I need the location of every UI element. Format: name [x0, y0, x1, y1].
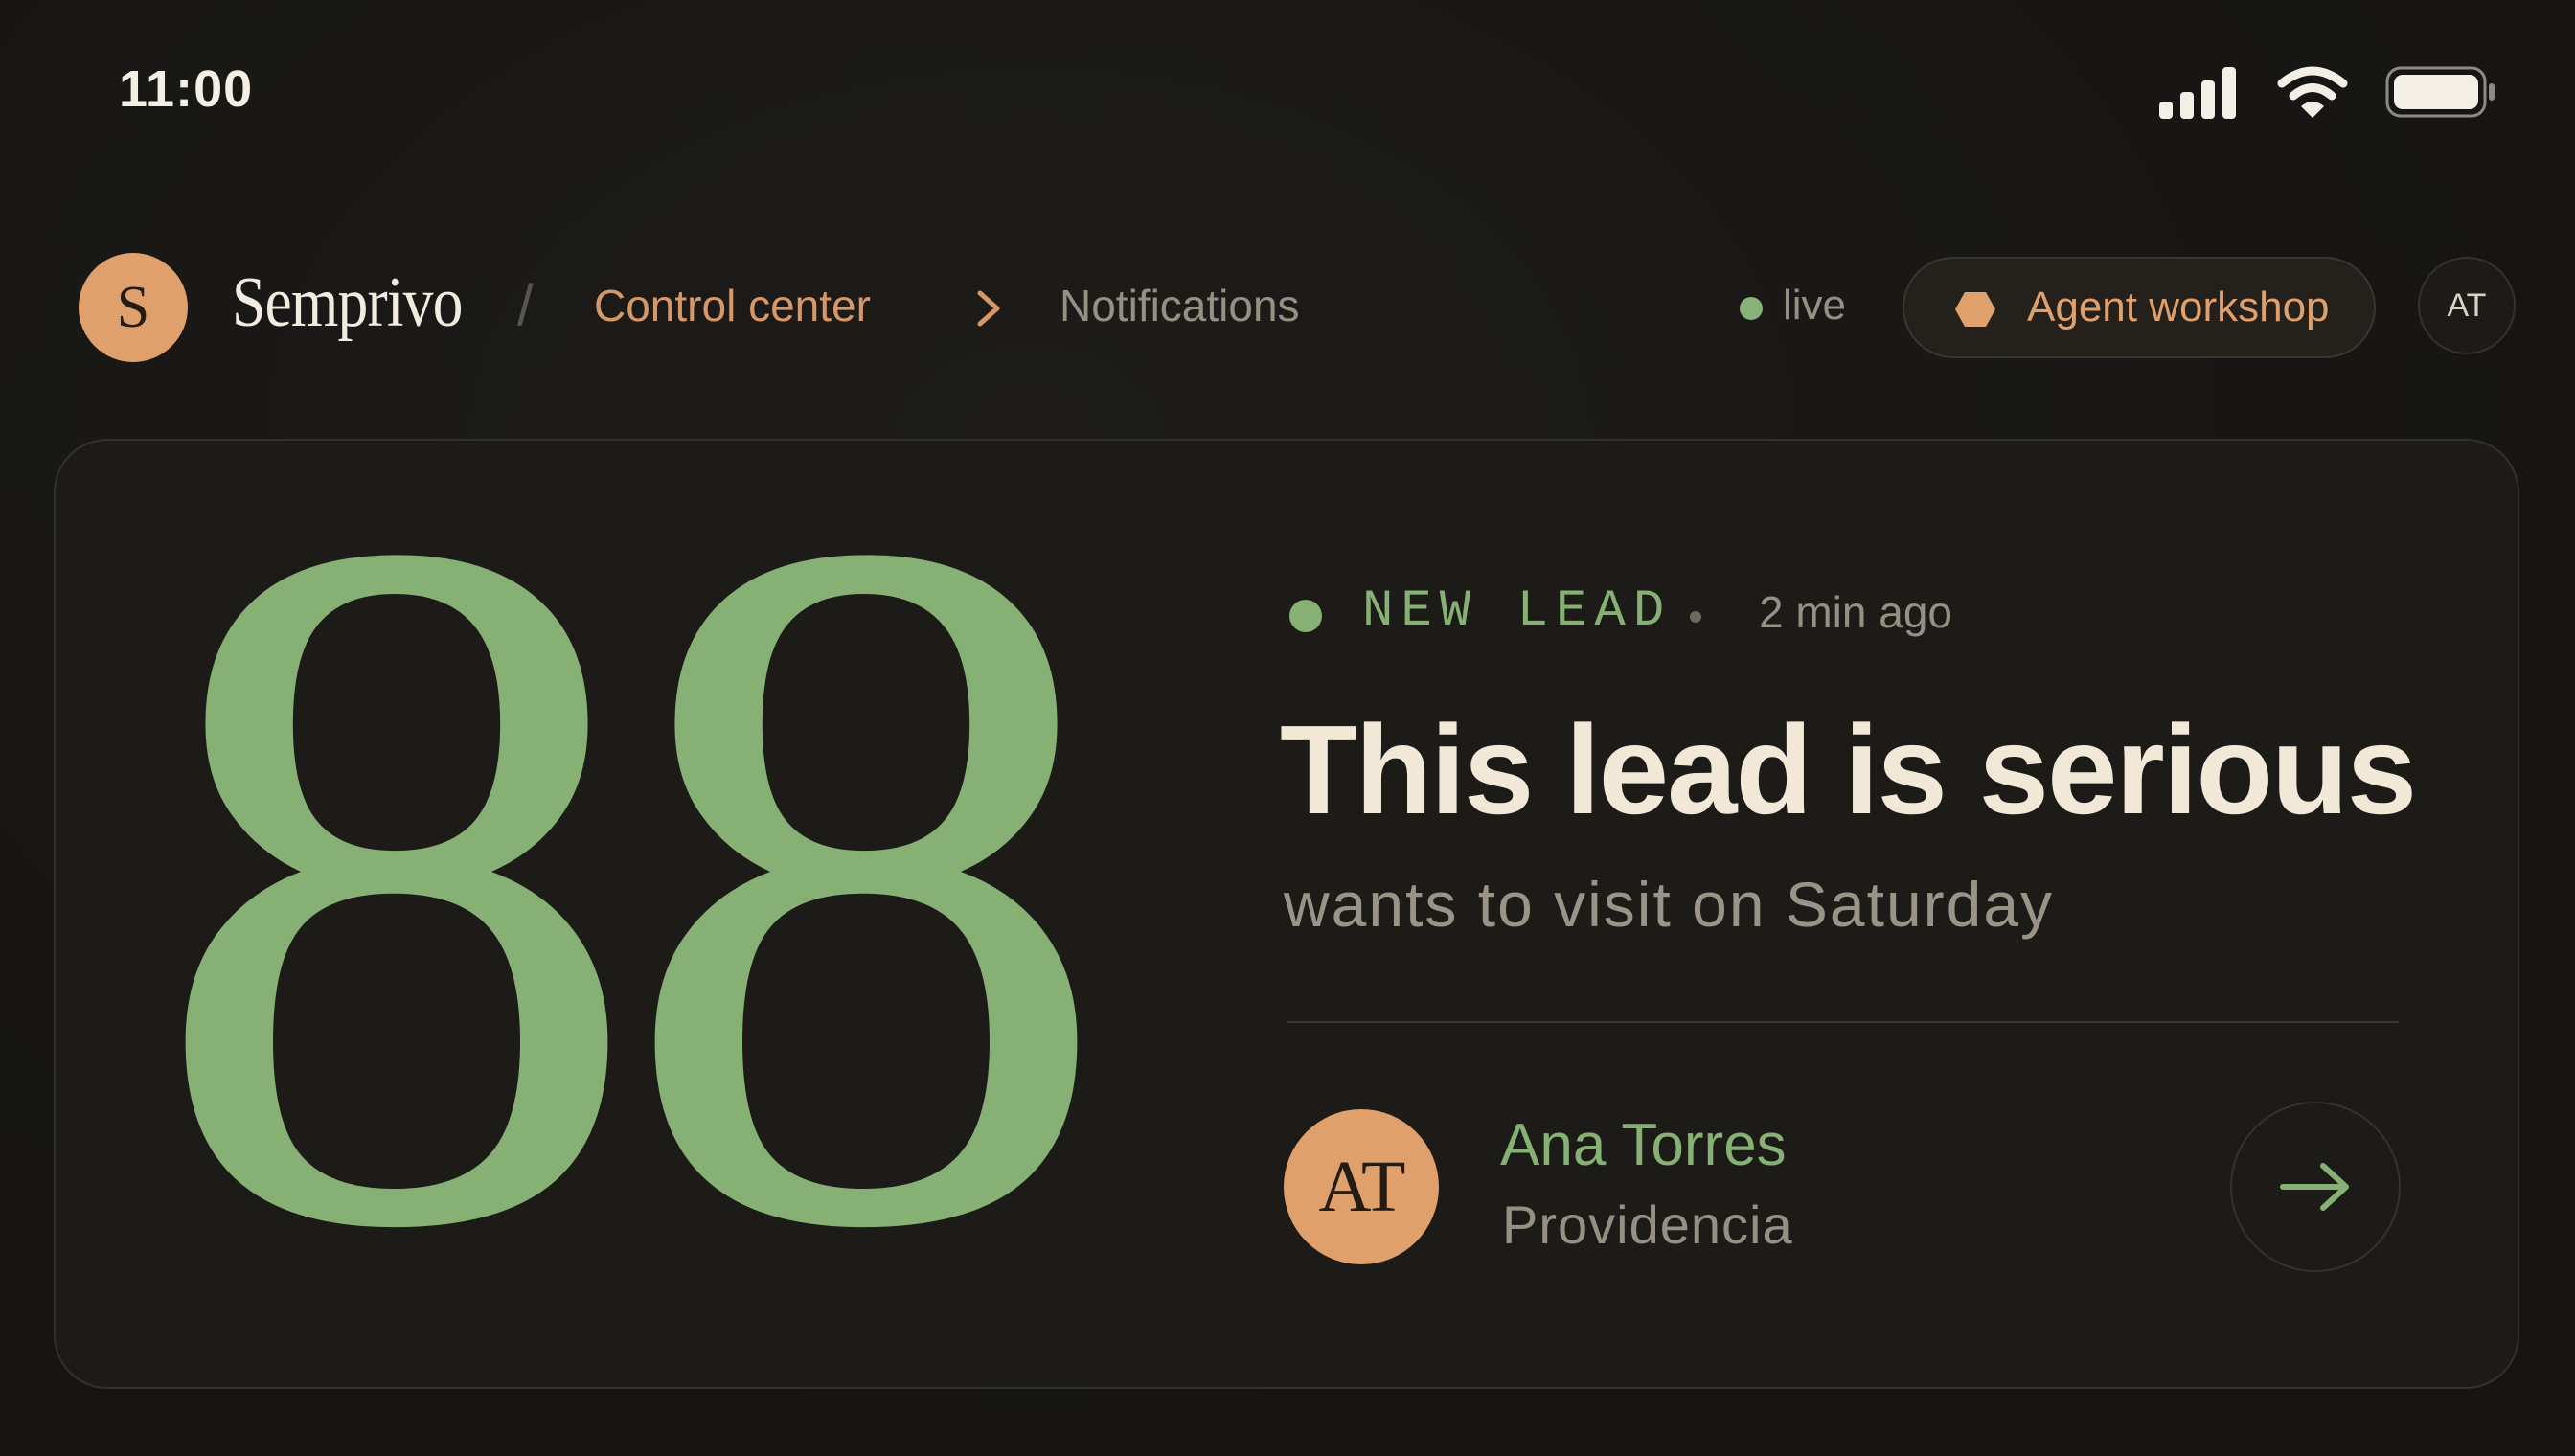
wifi-icon: [2277, 66, 2348, 118]
live-status-label: live: [1783, 282, 1847, 329]
breadcrumb-notifications: Notifications: [1060, 281, 1300, 330]
brand-logo[interactable]: S: [79, 253, 188, 362]
battery-icon: [2385, 66, 2495, 118]
cellular-signal-icon: [2159, 67, 2236, 119]
breadcrumb-separator: /: [517, 273, 534, 337]
lead-tag: NEW LEAD: [1362, 582, 1673, 641]
open-lead-button[interactable]: [2230, 1102, 2401, 1272]
status-icons: [2159, 63, 2496, 121]
card-divider: [1288, 1021, 2399, 1023]
chevron-right-icon: [977, 290, 1000, 327]
lead-title: This lead is serious: [1280, 699, 2417, 840]
new-lead-dot: [1289, 600, 1322, 632]
lead-time-ago: 2 min ago: [1759, 587, 1953, 637]
brand-name[interactable]: Semprivo: [232, 262, 463, 344]
user-avatar[interactable]: AT: [2418, 257, 2516, 354]
hexagon-icon: [1955, 292, 1995, 327]
contact-name[interactable]: Ana Torres: [1500, 1111, 1787, 1179]
contact-avatar[interactable]: AT: [1284, 1109, 1439, 1264]
live-status-dot: [1740, 297, 1763, 320]
agent-workshop-label: Agent workshop: [2027, 284, 2330, 330]
breadcrumb-control-center[interactable]: Control center: [594, 280, 871, 331]
lead-notification-screen: 11:00 S Semprivo / Control center Notifi…: [0, 0, 2575, 1456]
agent-workshop-button[interactable]: Agent workshop: [1903, 257, 2376, 358]
lead-card[interactable]: 88 NEW LEAD 2 min ago This lead is serio…: [54, 439, 2519, 1389]
arrow-right-icon: [2280, 1163, 2349, 1211]
status-time: 11:00: [119, 60, 254, 118]
lead-subtitle: wants to visit on Saturday: [1284, 869, 2055, 940]
lead-score: 88: [148, 439, 1115, 1389]
meta-separator-dot: [1690, 611, 1701, 623]
contact-location: Providencia: [1502, 1194, 1793, 1255]
